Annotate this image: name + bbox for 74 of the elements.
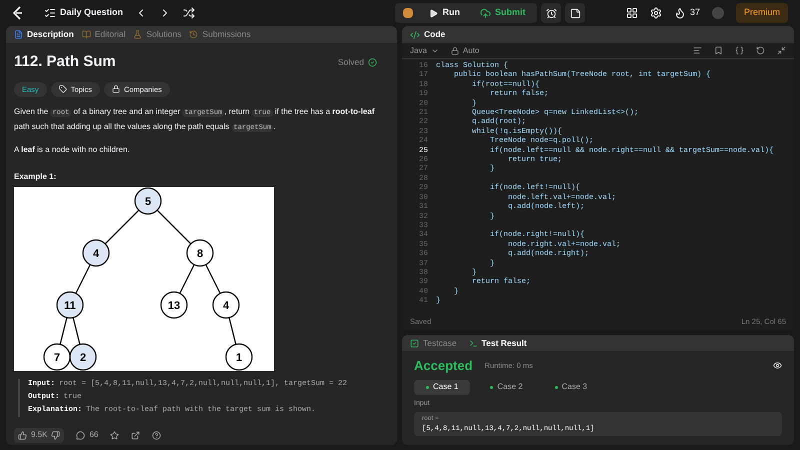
braces-icon[interactable]: [735, 46, 744, 55]
case-tab[interactable]: Case 1: [414, 380, 470, 394]
daily-question-title[interactable]: Daily Question: [60, 6, 124, 20]
share-icon[interactable]: [131, 430, 140, 440]
run-button[interactable]: Run: [421, 4, 468, 22]
checkbox-icon: [410, 338, 419, 348]
panel-tab[interactable]: Solutions: [133, 28, 182, 41]
case-tab[interactable]: Case 2: [478, 380, 535, 394]
tag-icon: [58, 85, 67, 94]
cloud-upload-icon: [480, 8, 491, 18]
tree-node: 8: [186, 239, 214, 266]
flame-icon: [674, 7, 686, 19]
bookmark-icon[interactable]: [714, 46, 723, 55]
solved-status: Solved: [338, 56, 364, 69]
layout-icon[interactable]: [626, 7, 638, 19]
shuffle-icon[interactable]: [183, 7, 196, 19]
tree-node: 11: [56, 291, 84, 318]
tree-node: 7: [43, 343, 71, 370]
code-panel-title: Code: [424, 28, 446, 41]
dislike-icon[interactable]: [51, 430, 60, 440]
tree-node: 2: [69, 343, 97, 370]
panel-tab[interactable]: Submissions: [189, 28, 251, 41]
play-icon: [429, 8, 438, 18]
tree-edge: [228, 317, 236, 344]
description-paragraph: A leaf is a node with no children.: [14, 144, 131, 156]
comment-icon: [76, 430, 86, 440]
streak-count: 37: [690, 6, 700, 20]
code-icon: [410, 30, 420, 40]
example-heading: Example 1:: [14, 170, 58, 183]
tree-node: 1: [225, 343, 253, 370]
timer-button[interactable]: [541, 3, 562, 23]
document-icon: [14, 30, 23, 39]
note-icon: [570, 8, 581, 18]
result-tab[interactable]: Testcase: [410, 336, 457, 350]
tree-edge: [104, 210, 140, 244]
tree-node: 5: [134, 187, 162, 214]
star-icon[interactable]: [110, 430, 120, 440]
tree-edge: [205, 264, 221, 294]
lock-icon: [112, 85, 120, 94]
language-dropdown[interactable]: Java: [410, 44, 439, 56]
verdict-text: Accepted: [414, 357, 473, 375]
flask-icon: [133, 30, 142, 39]
panel-tab[interactable]: Editorial: [82, 28, 126, 41]
tree-edge: [60, 317, 68, 344]
notes-button[interactable]: [565, 3, 586, 23]
tree-edge: [156, 210, 192, 244]
eye-icon[interactable]: [773, 361, 782, 370]
reset-icon[interactable]: [756, 46, 765, 55]
format-icon[interactable]: [693, 46, 702, 55]
premium-button[interactable]: Premium: [736, 3, 788, 23]
case-tab[interactable]: Case 3: [542, 380, 600, 394]
terminal-icon: [468, 338, 478, 348]
result-tab[interactable]: Test Result: [468, 336, 527, 350]
history-icon: [189, 30, 198, 39]
thumbs-up-icon: [18, 430, 27, 440]
tree-edge: [75, 264, 91, 294]
lock-icon: [450, 46, 459, 54]
problem-title: 112. Path Sum: [14, 52, 116, 72]
tree-node: 4: [82, 239, 110, 266]
tree-edge: [179, 264, 195, 294]
autocomplete-mode[interactable]: Auto: [462, 44, 480, 56]
tree-node: 13: [160, 291, 188, 318]
tree-node: 4: [212, 291, 240, 318]
check-icon: [368, 58, 377, 67]
tree-edge: [72, 317, 80, 344]
settings-icon[interactable]: [650, 7, 662, 19]
list-icon: [44, 7, 56, 19]
panel-tab[interactable]: Description: [14, 28, 74, 41]
collapse-icon[interactable]: [777, 46, 786, 55]
book-icon: [82, 30, 91, 39]
submit-button[interactable]: Submit: [472, 4, 534, 22]
alarm-clock-icon: [546, 8, 557, 18]
help-icon[interactable]: [152, 430, 162, 440]
comments-button[interactable]: 66: [76, 429, 98, 441]
